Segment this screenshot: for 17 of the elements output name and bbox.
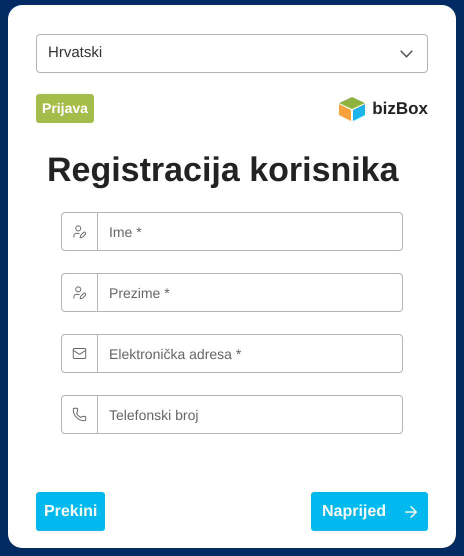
- cancel-button[interactable]: Prekini: [36, 492, 106, 531]
- select-value: Hrvatski: [48, 43, 102, 64]
- person-edit-icon: [72, 285, 87, 300]
- logo-text: bizBox: [372, 98, 428, 120]
- mail-icon: [72, 346, 87, 361]
- person-edit-icon: [72, 224, 87, 239]
- language-select[interactable]: Hrvatski: [36, 34, 428, 73]
- input-field[interactable]: Prezime *: [98, 273, 403, 312]
- chevron-down-icon: [400, 50, 413, 58]
- phone-icon: [72, 407, 87, 422]
- input-field[interactable]: Ime *: [98, 212, 403, 251]
- input-field[interactable]: Telefonski broj: [98, 395, 403, 434]
- input-field[interactable]: Elektronička adresa *: [98, 334, 403, 373]
- page-title: Registracija korisnika: [47, 150, 400, 190]
- cube-logo-icon: [338, 96, 366, 122]
- next-button[interactable]: Naprijed: [310, 492, 428, 531]
- login-badge[interactable]: Prijava: [36, 94, 94, 123]
